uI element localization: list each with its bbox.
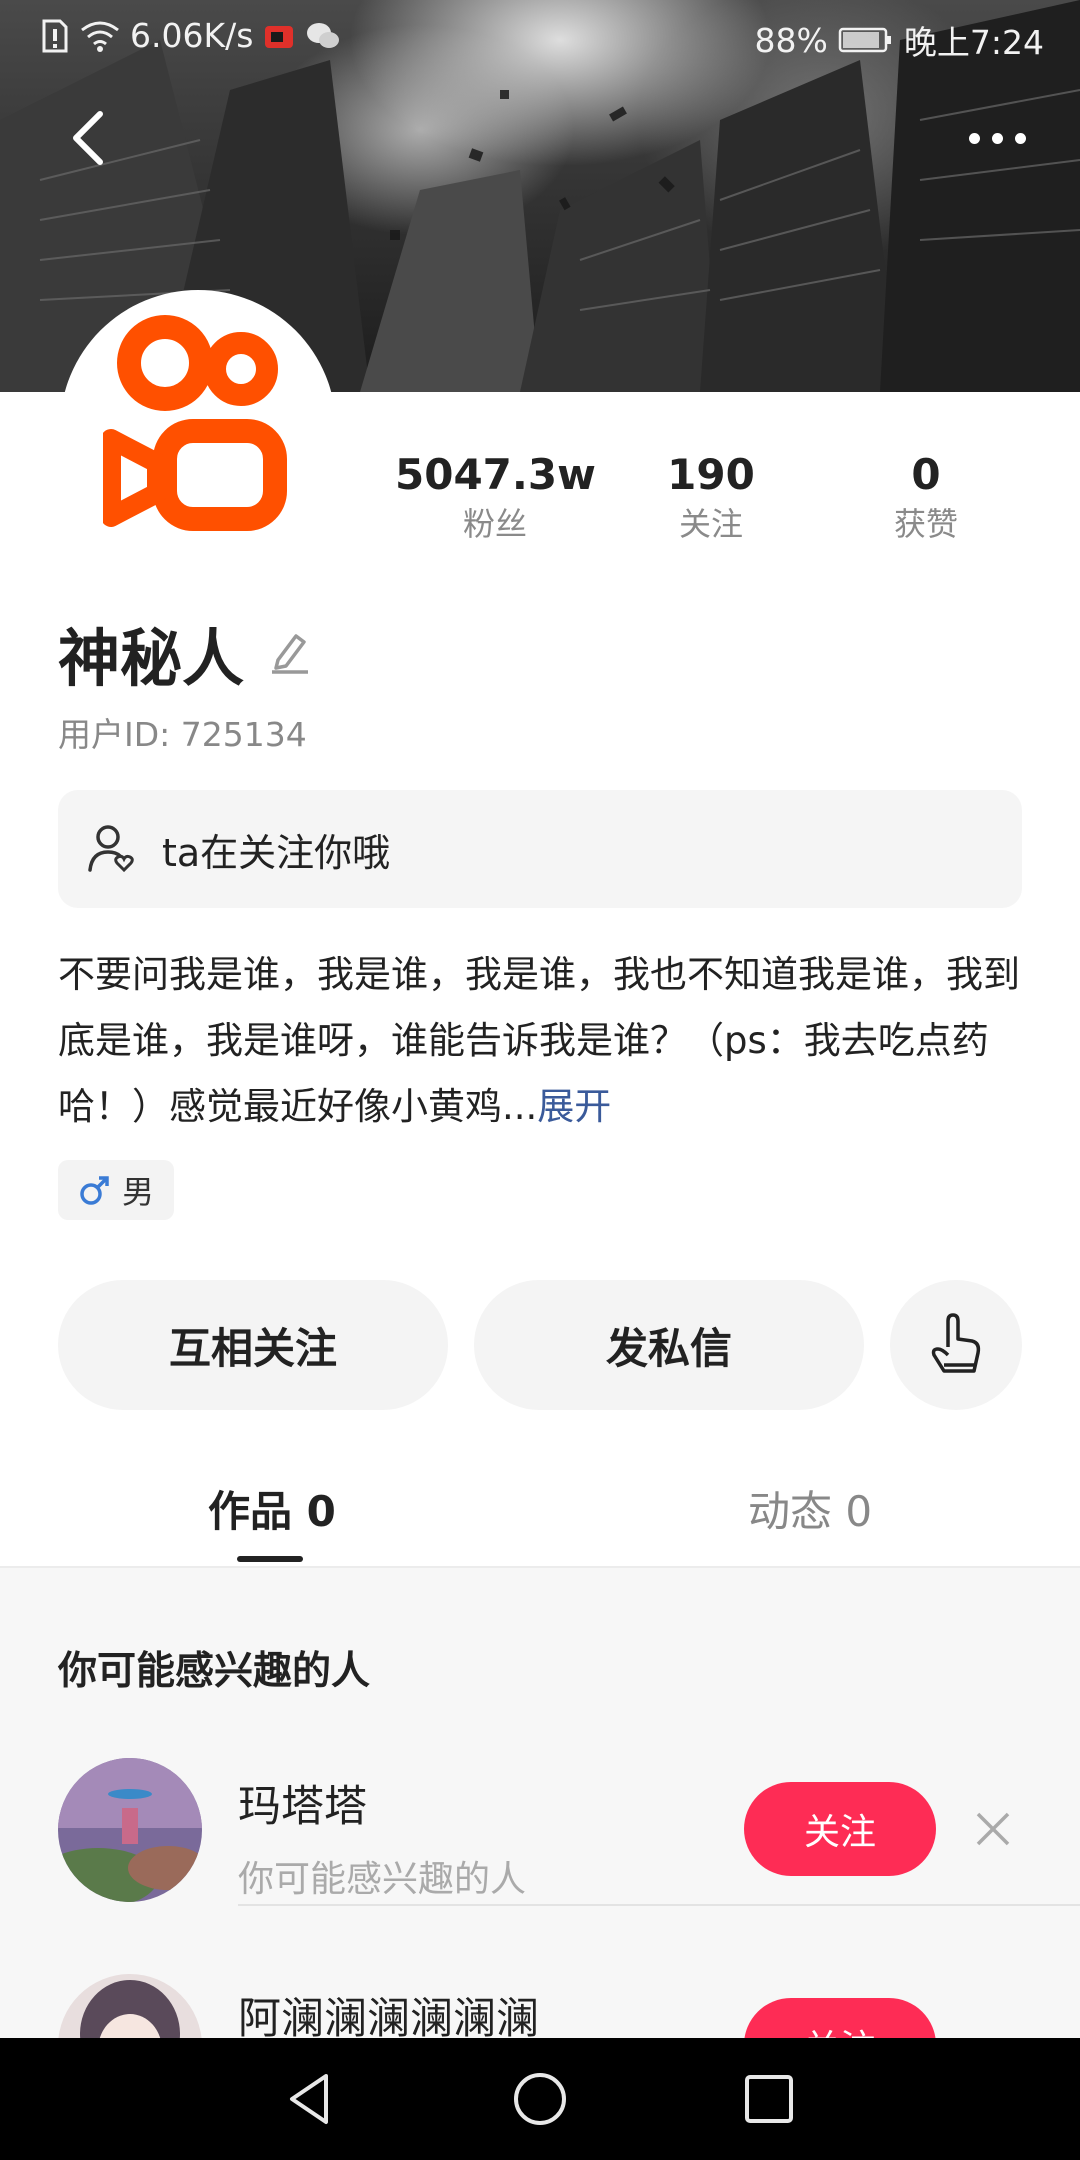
tab-works[interactable]: 作品 0	[208, 1478, 336, 1539]
stat-likes-value: 0	[911, 450, 941, 499]
hand-pointer-icon	[931, 1313, 981, 1373]
stat-likes-label: 获赞	[893, 505, 958, 543]
recommend-item[interactable]: 玛塔塔 你可能感兴趣的人 关注	[0, 1756, 1080, 1936]
more-dots-icon[interactable]	[946, 118, 1026, 158]
user-heart-icon	[88, 825, 134, 873]
male-icon	[80, 1176, 109, 1205]
poke-button[interactable]	[890, 1280, 1022, 1410]
stat-following[interactable]: 190 关注	[611, 448, 811, 546]
status-bar: 6.06K/s 88% 晚上7:24	[0, 0, 1080, 74]
battery-icon	[838, 27, 891, 53]
edit-pencil-icon[interactable]	[266, 626, 314, 674]
recommend-avatar[interactable]	[58, 1758, 202, 1902]
mutual-follow-button[interactable]: 互相关注	[58, 1280, 448, 1410]
stat-fans-label: 粉丝	[462, 505, 527, 543]
battery-percent: 88%	[754, 20, 828, 60]
wechat-icon	[307, 22, 340, 48]
avatar[interactable]	[60, 290, 336, 566]
avatar-image	[58, 1974, 202, 2038]
stat-fans[interactable]: 5047.3w 粉丝	[395, 448, 596, 546]
stat-fans-value: 5047.3w	[395, 450, 596, 499]
recommend-name: 玛塔塔	[238, 1782, 367, 1832]
gender-label: 男	[122, 1173, 155, 1211]
nav-recents-icon[interactable]	[738, 2068, 800, 2130]
recommend-name: 阿澜澜澜澜澜澜	[238, 1994, 539, 2038]
profile-name: 神秘人	[58, 622, 245, 695]
recommend-section: 你可能感兴趣的人 玛塔塔 你可能感兴趣的人 关注 阿澜澜澜澜澜澜	[0, 1568, 1080, 2038]
send-message-button[interactable]: 发私信	[474, 1280, 864, 1410]
recommend-subtitle: 你可能感兴趣的人	[238, 1859, 527, 1900]
system-nav-bar	[0, 2038, 1080, 2160]
tab-dynamic[interactable]: 动态 0	[748, 1478, 872, 1539]
gender-tag: 男	[58, 1160, 175, 1220]
chevron-left-icon[interactable]	[62, 108, 122, 168]
recommend-item[interactable]: 阿澜澜澜澜澜澜 关注	[0, 1972, 1080, 2038]
tab-active-indicator	[237, 1556, 303, 1562]
recommend-avatar[interactable]	[58, 1974, 202, 2038]
stat-following-label: 关注	[678, 505, 743, 543]
sim-alert-icon	[42, 19, 68, 52]
recommend-follow-button[interactable]: 关注	[744, 1782, 936, 1876]
bio-text: 不要问我是谁，我是谁，我是谁，我也不知道我是谁，我到底是谁，我是谁呀，谁能告诉我…	[58, 942, 1028, 1140]
nav-back-icon[interactable]	[278, 2068, 340, 2130]
follows-you-text: ta在关注你哦	[162, 830, 391, 875]
stat-likes[interactable]: 0 获赞	[826, 448, 1026, 546]
bio-expand-link[interactable]: 展开	[537, 1085, 611, 1128]
stat-following-value: 190	[667, 450, 755, 499]
wifi-icon	[81, 21, 119, 52]
close-icon[interactable]	[972, 1808, 1014, 1850]
user-id: 用户ID: 725134	[58, 715, 307, 754]
avatar-image	[58, 1758, 202, 1902]
nav-home-icon[interactable]	[509, 2068, 571, 2130]
follows-you-notice: ta在关注你哦	[58, 790, 1022, 908]
row-divider	[238, 1904, 1080, 1906]
recommend-follow-button[interactable]: 关注	[744, 1998, 936, 2038]
screen-record-icon	[265, 25, 294, 48]
clock: 晚上7:24	[903, 23, 1044, 62]
kuaishou-logo-icon	[103, 315, 287, 531]
net-speed: 6.06K/s	[130, 16, 254, 55]
recommend-title: 你可能感兴趣的人	[58, 1649, 371, 1694]
